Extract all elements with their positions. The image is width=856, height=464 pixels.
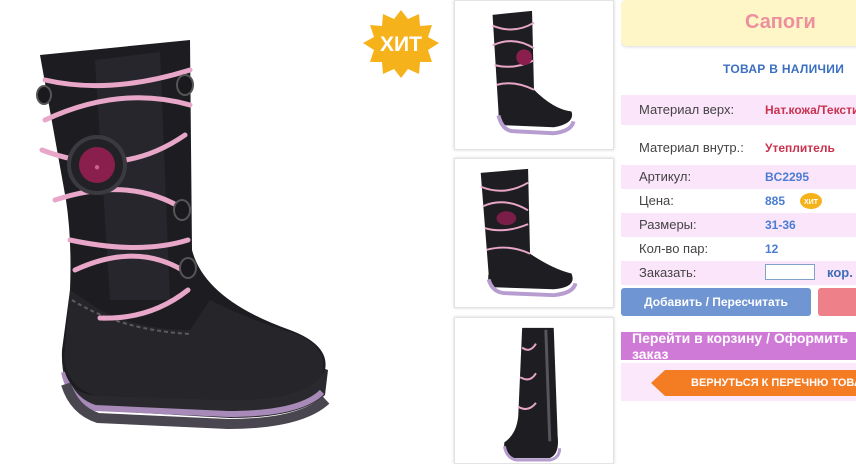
- back-to-list-button[interactable]: ВЕРНУТЬСЯ К ПЕРЕЧНЮ ТОВАРОВ: [651, 370, 856, 396]
- thumbnail-3[interactable]: [454, 317, 614, 464]
- hit-mini-badge: ХИТ: [800, 193, 822, 209]
- thumbnail-image: [455, 1, 613, 149]
- secondary-button[interactable]: [818, 288, 856, 316]
- order-unit: кор.: [827, 265, 853, 280]
- thumbnail-1[interactable]: [454, 0, 614, 150]
- row-value: Утеплитель: [765, 141, 835, 155]
- product-info-panel: Сапоги ТОВАР В НАЛИЧИИ Материал верх: На…: [621, 0, 856, 464]
- row-value: 12: [765, 242, 779, 256]
- stock-status: ТОВАР В НАЛИЧИИ: [723, 62, 845, 76]
- svg-text:ХИТ: ХИТ: [804, 199, 819, 206]
- row-label: Материал верх:: [639, 102, 735, 117]
- hit-badge: ХИТ: [363, 10, 439, 78]
- row-price: Цена: 885 ХИТ: [621, 189, 856, 213]
- row-label: Материал внутр.:: [639, 140, 744, 155]
- order-quantity-input[interactable]: [765, 264, 815, 280]
- row-pairs: Кол-во пар: 12: [621, 237, 856, 261]
- add-recalculate-button[interactable]: Добавить / Пересчитать: [621, 288, 811, 316]
- row-order: Заказать: кор.: [621, 261, 856, 285]
- row-value: 885: [765, 194, 786, 208]
- row-value: 31-36: [765, 218, 796, 232]
- hit-badge-text: ХИТ: [380, 33, 422, 56]
- row-label: Заказать:: [639, 265, 697, 280]
- thumbnail-image: [455, 159, 613, 307]
- product-title-bar: Сапоги: [621, 0, 856, 46]
- product-title: Сапоги: [745, 11, 816, 33]
- row-value: BC2295: [765, 170, 810, 184]
- row-value: Нат.кожа/Текстиль: [765, 103, 856, 117]
- go-to-cart-button[interactable]: Перейти в корзину / Оформить заказ: [621, 330, 856, 362]
- row-material-top: Материал верх: Нат.кожа/Текстиль: [621, 95, 856, 125]
- thumbnail-image: [455, 318, 613, 463]
- row-label: Кол-во пар:: [639, 241, 709, 256]
- row-sizes: Размеры: 31-36: [621, 213, 856, 237]
- thumbnail-2[interactable]: [454, 158, 614, 308]
- row-material-inner: Материал внутр.: Утеплитель: [621, 134, 856, 160]
- svg-text:●: ●: [94, 162, 100, 173]
- row-label: Цена:: [639, 193, 674, 208]
- row-label: Артикул:: [639, 169, 692, 184]
- row-label: Размеры:: [639, 217, 697, 232]
- row-article: Артикул: BC2295: [621, 165, 856, 189]
- main-product-photo[interactable]: ● ХИТ: [0, 0, 445, 464]
